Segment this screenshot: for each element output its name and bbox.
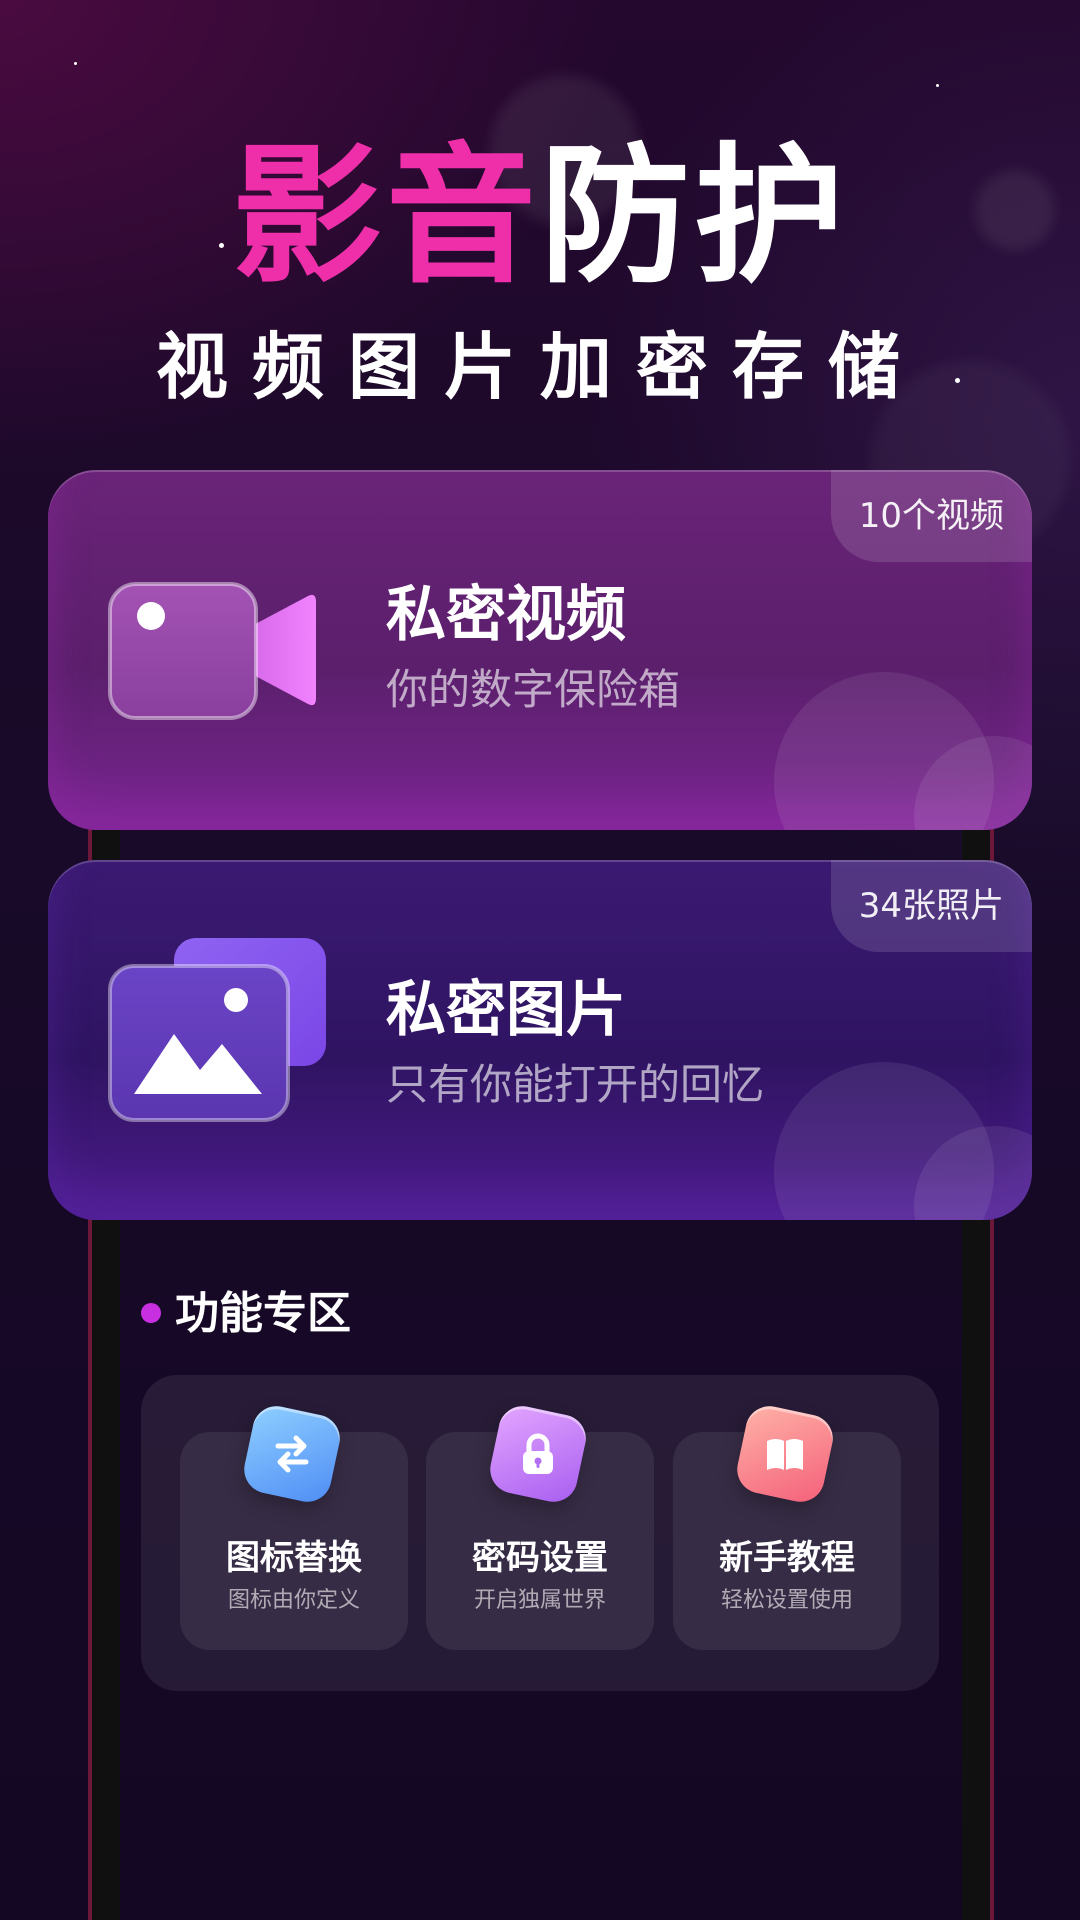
private-video-subtitle: 你的数字保险箱	[386, 665, 681, 714]
private-video-title: 私密视频	[386, 580, 626, 650]
hero-title-accent: 影音	[231, 130, 540, 304]
private-photo-card[interactable]: 34张照片 私密图片 只有你能打开的回忆	[48, 860, 1032, 1220]
video-count-badge: 10个视频	[830, 470, 1032, 562]
section-bullet	[141, 1303, 161, 1323]
book-icon	[732, 1401, 838, 1507]
feature-title: 图标替换	[226, 1538, 362, 1578]
feature-password-settings[interactable]: 密码设置 开启独属世界	[426, 1401, 654, 1650]
section-title: 功能专区	[175, 1288, 351, 1339]
private-photo-subtitle: 只有你能打开的回忆	[386, 1060, 765, 1109]
hero-title: 影音防护	[0, 132, 1080, 302]
feature-subtitle: 开启独属世界	[473, 1588, 606, 1613]
hero-title-main: 防护	[540, 130, 849, 304]
video-camera-icon	[108, 580, 348, 734]
background-star	[936, 84, 939, 87]
feature-title: 新手教程	[719, 1538, 855, 1578]
background-star	[74, 62, 77, 65]
feature-beginner-tutorial[interactable]: 新手教程 轻松设置使用	[673, 1401, 901, 1650]
private-video-card[interactable]: 10个视频 私密视频 你的数字保险箱	[48, 470, 1032, 830]
feature-title: 密码设置	[472, 1538, 608, 1578]
hero-subtitle: 视频图片加密存储	[155, 325, 924, 409]
feature-subtitle: 轻松设置使用	[720, 1588, 853, 1613]
feature-subtitle: 图标由你定义	[227, 1588, 360, 1613]
features-panel: 图标替换 图标由你定义 密码设置 开启独属世界 新手教程 轻松设置使用	[141, 1375, 939, 1691]
photo-count-badge: 34张照片	[830, 860, 1032, 952]
feature-icon-replace[interactable]: 图标替换 图标由你定义	[180, 1401, 408, 1650]
private-photo-title: 私密图片	[386, 975, 626, 1045]
lock-icon	[485, 1401, 591, 1507]
swap-icon	[239, 1401, 345, 1507]
image-gallery-icon	[108, 934, 338, 1128]
